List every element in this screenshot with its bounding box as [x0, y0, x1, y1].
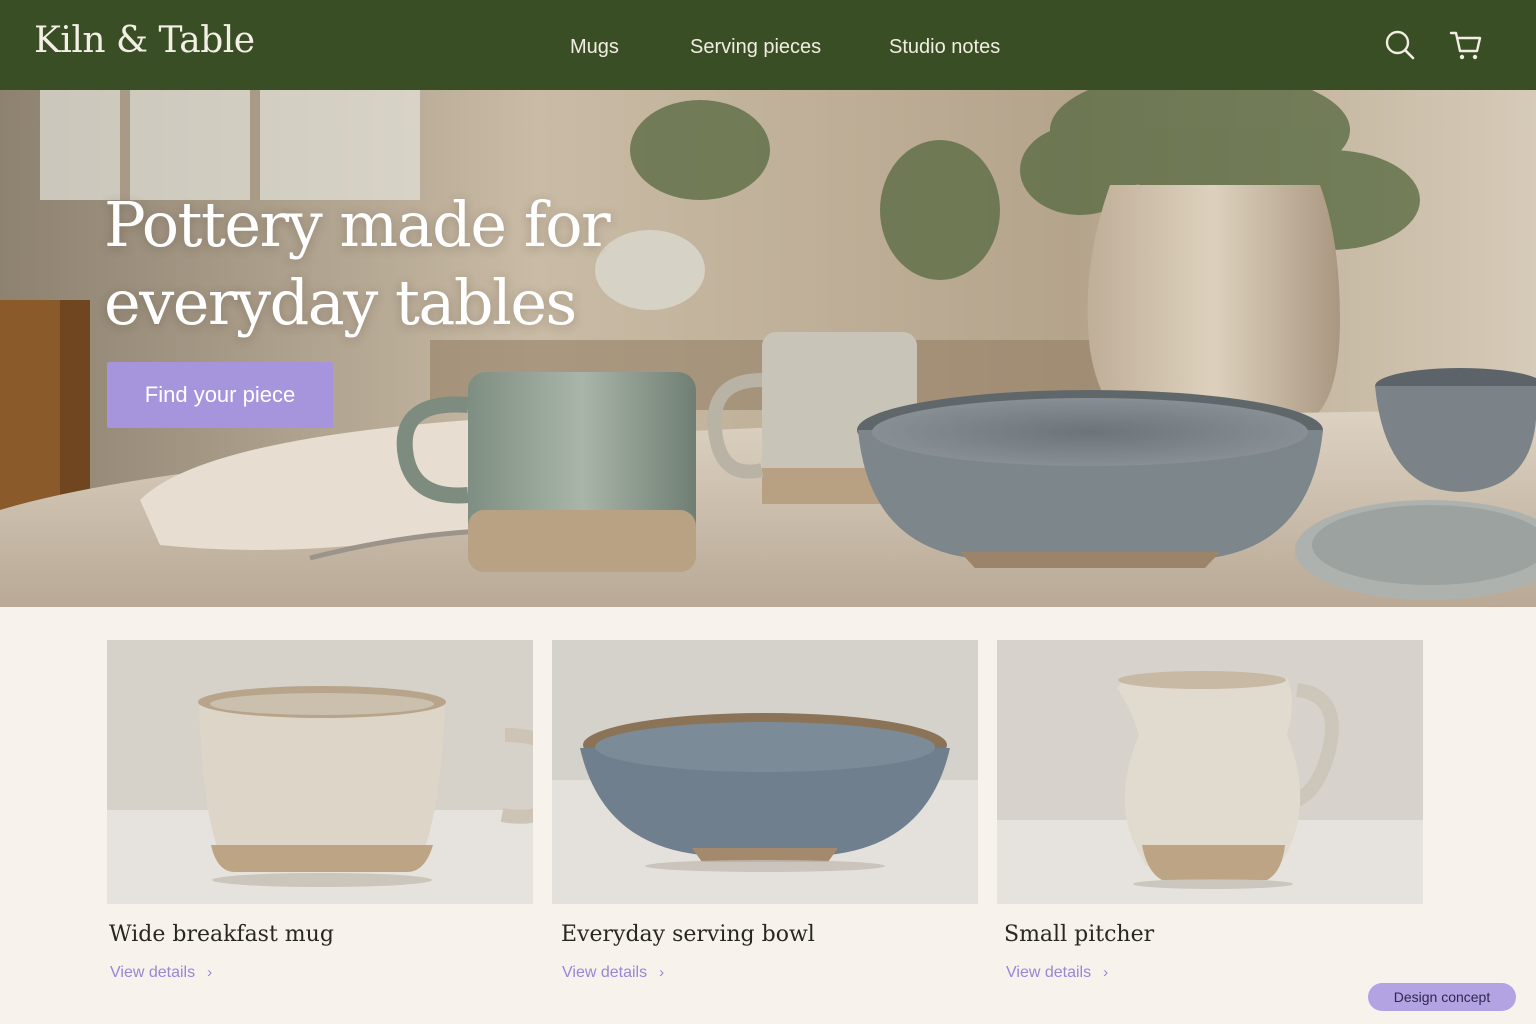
- view-details-link[interactable]: View details ›: [562, 964, 664, 982]
- nav-item-studio-notes[interactable]: Studio notes: [889, 36, 1000, 59]
- chevron-right-icon: ›: [1103, 964, 1109, 981]
- chevron-right-icon: ›: [659, 964, 665, 981]
- product-image-mug[interactable]: [107, 640, 533, 904]
- hero-section: Pottery made for everyday tables Find yo…: [0, 90, 1536, 607]
- search-icon[interactable]: [1383, 28, 1417, 62]
- view-details-label: View details: [110, 964, 196, 981]
- view-details-label: View details: [562, 964, 648, 981]
- product-title[interactable]: Small pitcher: [1004, 922, 1154, 947]
- site-header: Kiln & Table Mugs Serving pieces Studio …: [0, 0, 1536, 90]
- view-details-link[interactable]: View details ›: [1006, 964, 1108, 982]
- product-image-bowl[interactable]: [552, 640, 978, 904]
- find-your-piece-button[interactable]: Find your piece: [107, 362, 333, 428]
- hero-title: Pottery made for everyday tables: [104, 186, 611, 342]
- product-title[interactable]: Wide breakfast mug: [109, 922, 334, 947]
- hero-title-line-2: everyday tables: [104, 266, 577, 339]
- chevron-right-icon: ›: [207, 964, 213, 981]
- nav-item-serving-pieces[interactable]: Serving pieces: [690, 36, 821, 59]
- design-concept-badge: Design concept: [1368, 983, 1516, 1011]
- product-image-pitcher[interactable]: [997, 640, 1423, 904]
- nav-item-mugs[interactable]: Mugs: [570, 36, 619, 59]
- hero-image: [0, 90, 1536, 607]
- cart-icon[interactable]: [1449, 28, 1483, 62]
- view-details-label: View details: [1006, 964, 1092, 981]
- product-title[interactable]: Everyday serving bowl: [561, 922, 815, 947]
- brand-logo[interactable]: Kiln & Table: [34, 20, 255, 61]
- hero-title-line-1: Pottery made for: [104, 188, 611, 261]
- view-details-link[interactable]: View details ›: [110, 964, 212, 982]
